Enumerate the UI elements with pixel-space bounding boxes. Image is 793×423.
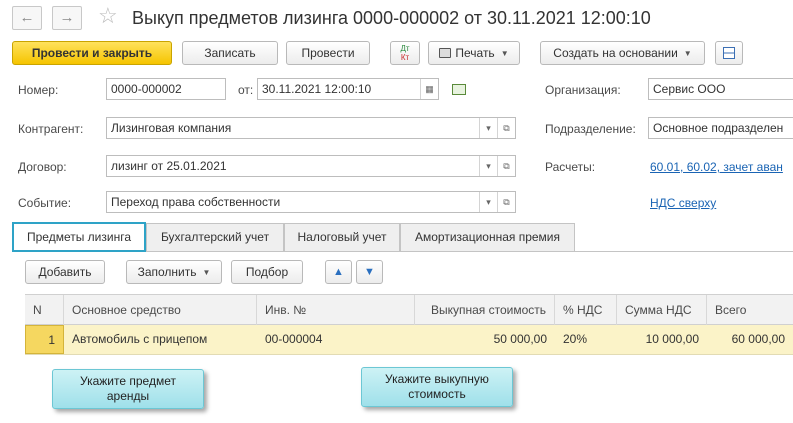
tab-leasing-items[interactable]: Предметы лизинга bbox=[12, 222, 146, 252]
callout-subject-line2: аренды bbox=[106, 389, 150, 403]
contract-value: лизинг от 25.01.2021 bbox=[111, 159, 227, 173]
move-up-button[interactable]: ▲ bbox=[325, 260, 352, 284]
organization-label: Организация: bbox=[545, 83, 621, 97]
vat-sum-cell[interactable]: 10 000,00 bbox=[617, 325, 707, 354]
arrow-left-icon: ← bbox=[19, 9, 35, 26]
open-icon[interactable]: ⧉ bbox=[497, 156, 515, 176]
save-button[interactable]: Записать bbox=[182, 41, 278, 65]
event-field[interactable]: Переход права собственности ▾ ⧉ bbox=[106, 191, 516, 213]
column-header-n[interactable]: N bbox=[25, 295, 64, 325]
favorite-star-icon[interactable]: ☆ bbox=[98, 3, 118, 29]
fill-button[interactable]: Заполнить ▼ bbox=[126, 260, 222, 284]
forward-button[interactable]: → bbox=[52, 6, 82, 30]
structure-icon bbox=[723, 47, 735, 59]
organization-field[interactable]: Сервис ООО bbox=[648, 78, 793, 100]
division-field[interactable]: Основное подразделен bbox=[648, 117, 793, 139]
callout-specify-subject: Укажите предмет аренды bbox=[52, 369, 204, 409]
open-icon[interactable]: ⧉ bbox=[497, 118, 515, 138]
payments-label: Расчеты: bbox=[545, 160, 596, 174]
dropdown-icon[interactable]: ▾ bbox=[479, 156, 497, 176]
dropdown-icon[interactable]: ▾ bbox=[479, 118, 497, 138]
vat-rate-cell[interactable]: 20% bbox=[555, 325, 617, 354]
contractor-field[interactable]: Лизинговая компания ▾ ⧉ bbox=[106, 117, 516, 139]
chevron-down-icon: ▼ bbox=[500, 48, 509, 58]
column-header-vat-sum[interactable]: Сумма НДС bbox=[617, 295, 707, 325]
dt-kt-icon: Дт Кт bbox=[400, 44, 410, 62]
print-button[interactable]: Печать ▼ bbox=[428, 41, 520, 65]
table-header: N Основное средство Инв. № Выкупная стои… bbox=[25, 294, 793, 325]
create-based-on-button[interactable]: Создать на основании ▼ bbox=[540, 41, 705, 65]
asset-cell[interactable]: Автомобиль с прицепом bbox=[64, 325, 257, 354]
inventory-number-cell[interactable]: 00-000004 bbox=[257, 325, 415, 354]
select-button[interactable]: Подбор bbox=[231, 260, 303, 284]
page-title: Выкуп предметов лизинга 0000-000002 от 3… bbox=[132, 8, 651, 28]
event-label: Событие: bbox=[18, 196, 72, 210]
contract-field[interactable]: лизинг от 25.01.2021 ▾ ⧉ bbox=[106, 155, 516, 177]
row-number-cell[interactable]: 1 bbox=[25, 325, 64, 354]
date-value: 30.11.2021 12:00:10 bbox=[262, 82, 372, 96]
structure-button[interactable] bbox=[715, 41, 743, 65]
division-label: Подразделение: bbox=[545, 122, 636, 136]
column-header-vat-rate[interactable]: % НДС bbox=[555, 295, 617, 325]
arrow-up-icon: ▲ bbox=[333, 266, 344, 278]
printer-icon bbox=[439, 48, 452, 58]
column-header-cost[interactable]: Выкупная стоимость bbox=[415, 295, 555, 325]
history-icon[interactable] bbox=[452, 84, 466, 95]
table-row[interactable]: 1 Автомобиль с прицепом 00-000004 50 000… bbox=[25, 325, 793, 355]
dropdown-icon[interactable]: ▾ bbox=[479, 192, 497, 212]
calendar-icon[interactable]: ▦ bbox=[420, 79, 438, 99]
arrow-right-icon: → bbox=[59, 9, 75, 26]
back-button[interactable]: ← bbox=[12, 6, 42, 30]
chevron-down-icon: ▼ bbox=[202, 267, 211, 277]
arrow-down-icon: ▼ bbox=[364, 266, 375, 278]
callout-cost-line1: Укажите выкупную bbox=[385, 372, 489, 386]
date-label: от: bbox=[238, 83, 254, 97]
move-down-button[interactable]: ▼ bbox=[356, 260, 383, 284]
cost-cell[interactable]: 50 000,00 bbox=[415, 325, 555, 354]
number-field[interactable]: 0000-000002 bbox=[106, 78, 226, 100]
contract-label: Договор: bbox=[18, 160, 67, 174]
add-button[interactable]: Добавить bbox=[25, 260, 105, 284]
chevron-down-icon: ▼ bbox=[683, 48, 692, 58]
column-header-asset[interactable]: Основное средство bbox=[64, 295, 257, 325]
vat-link[interactable]: НДС сверху bbox=[650, 196, 716, 210]
contractor-label: Контрагент: bbox=[18, 122, 84, 136]
post-and-close-button[interactable]: Провести и закрыть bbox=[12, 41, 172, 65]
payments-link[interactable]: 60.01, 60.02, зачет аван bbox=[650, 160, 783, 174]
dt-kt-button[interactable]: Дт Кт bbox=[390, 41, 420, 65]
open-icon[interactable]: ⧉ bbox=[497, 192, 515, 212]
event-value: Переход права собственности bbox=[111, 195, 281, 209]
contractor-value: Лизинговая компания bbox=[111, 121, 232, 135]
number-label: Номер: bbox=[18, 83, 59, 97]
column-header-inventory-number[interactable]: Инв. № bbox=[257, 295, 415, 325]
total-cell[interactable]: 60 000,00 bbox=[707, 325, 793, 354]
tab-accounting[interactable]: Бухгалтерский учет bbox=[146, 223, 284, 251]
tab-tax-accounting[interactable]: Налоговый учет bbox=[284, 223, 400, 251]
print-label: Печать bbox=[455, 46, 495, 60]
create-based-label: Создать на основании bbox=[553, 46, 678, 60]
fill-label: Заполнить bbox=[137, 265, 197, 279]
tab-depreciation-bonus[interactable]: Амортизационная премия bbox=[400, 223, 575, 251]
column-header-total[interactable]: Всего bbox=[707, 295, 793, 325]
callout-specify-cost: Укажите выкупную стоимость bbox=[361, 367, 513, 407]
date-field[interactable]: 30.11.2021 12:00:10 ▦ bbox=[257, 78, 439, 100]
callout-cost-line2: стоимость bbox=[408, 387, 466, 401]
post-button[interactable]: Провести bbox=[286, 41, 370, 65]
callout-subject-line1: Укажите предмет bbox=[80, 374, 176, 388]
